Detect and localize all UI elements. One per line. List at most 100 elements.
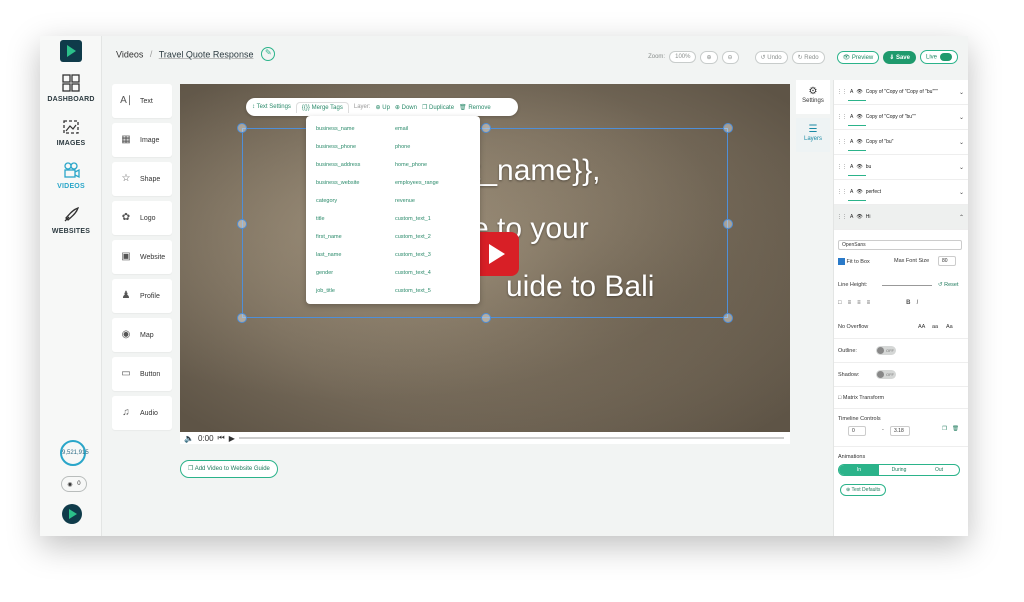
palette-profile[interactable]: ♟ Profile — [112, 279, 172, 313]
nav-websites[interactable]: WEBSITES — [40, 206, 102, 235]
layer-row-selected[interactable]: ⋮⋮ A 👁 Hi ⌃ — [834, 205, 968, 230]
timeline-start-input[interactable]: 0 — [848, 426, 866, 436]
layer-row[interactable]: ⋮⋮ A 👁 Copy of "Copy of "Copy of "bu""" ⌄ — [834, 80, 968, 105]
eye-icon[interactable]: 👁 — [856, 214, 862, 220]
text-settings-button[interactable]: ↕ Text Settings — [252, 104, 291, 110]
matrix-transform-row[interactable]: □ Matrix Transform — [838, 395, 884, 401]
brand-logo-icon[interactable] — [62, 504, 82, 524]
credits-badge[interactable]: 9,521,915 — [60, 440, 89, 466]
resize-handle[interactable] — [723, 219, 733, 229]
video-canvas[interactable]: t_name}}, e to your uide to Bali — [180, 84, 790, 432]
merge-tag[interactable]: category — [316, 198, 337, 204]
reset-button[interactable]: ↺ Reset — [938, 282, 959, 288]
merge-tag[interactable]: first_name — [316, 234, 342, 240]
merge-tags-button[interactable]: {{}} Merge Tags — [295, 101, 349, 113]
live-toggle[interactable]: Live — [919, 50, 958, 64]
merge-tag[interactable]: title — [316, 216, 325, 222]
eye-icon[interactable]: 👁 — [856, 114, 862, 120]
skip-back-icon[interactable]: ⏮ — [218, 433, 225, 443]
merge-tag[interactable]: email — [395, 126, 408, 132]
tab-layers[interactable]: ☰ Layers — [796, 118, 830, 152]
merge-tag[interactable]: home_phone — [395, 162, 427, 168]
chevron-up-icon[interactable]: ⌃ — [959, 214, 964, 221]
palette-button[interactable]: ▭ Button — [112, 357, 172, 391]
resize-handle[interactable] — [237, 313, 247, 323]
resize-handle[interactable] — [481, 123, 491, 133]
anim-tab-in[interactable]: In — [839, 465, 879, 475]
palette-image[interactable]: ▦ Image — [112, 123, 172, 157]
play-icon[interactable]: ▶ — [229, 434, 235, 443]
tab-settings[interactable]: ⚙ Settings — [796, 80, 830, 114]
layer-row[interactable]: ⋮⋮ A 👁 Copy of "Copy of "bu"" ⌄ — [834, 105, 968, 130]
timeline-track[interactable] — [238, 437, 784, 439]
align-left-icon[interactable]: ≡ — [848, 300, 852, 312]
fit-to-box-checkbox[interactable] — [838, 258, 845, 265]
chevron-down-icon[interactable]: ⌄ — [959, 114, 964, 121]
eye-icon[interactable]: 👁 — [856, 139, 862, 145]
merge-tag[interactable]: custom_text_1 — [395, 216, 431, 222]
merge-tag[interactable]: last_name — [316, 252, 341, 258]
edit-pencil-icon[interactable] — [260, 47, 275, 61]
resize-handle[interactable] — [237, 123, 247, 133]
merge-tag[interactable]: job_title — [316, 288, 335, 294]
layer-up-button[interactable]: ⊕ Up — [376, 104, 390, 111]
eye-icon[interactable]: 👁 — [856, 89, 862, 95]
font-select[interactable]: OpenSans — [838, 240, 962, 250]
palette-text[interactable]: A∣ Text — [112, 84, 172, 118]
line-height-slider[interactable] — [882, 285, 932, 286]
copy-icon[interactable]: ❐ — [942, 426, 947, 432]
case-aa-upper[interactable]: AA — [918, 324, 925, 330]
nav-dashboard[interactable]: DASHBOARD — [40, 74, 102, 103]
nav-videos[interactable]: VIDEOS — [40, 161, 102, 190]
text-defaults-button[interactable]: ⊕ Text Defaults — [840, 484, 887, 496]
nav-images[interactable]: IMAGES — [40, 118, 102, 147]
zoom-value[interactable]: 100% — [669, 51, 697, 63]
volume-icon[interactable]: 🔈 — [184, 434, 194, 443]
timeline-end-input[interactable]: 3.18 — [890, 426, 910, 436]
palette-map[interactable]: ◉ Map — [112, 318, 172, 352]
chevron-down-icon[interactable]: ⌄ — [959, 139, 964, 146]
add-video-to-website-guide-button[interactable]: ❐ Add Video to Website Guide — [180, 460, 278, 478]
bold-icon[interactable]: B — [906, 300, 910, 312]
merge-tag[interactable]: custom_text_2 — [395, 234, 431, 240]
layer-row[interactable]: ⋮⋮ A 👁 Copy of "bu" ⌄ — [834, 130, 968, 155]
align-center-icon[interactable]: ≡ — [857, 300, 861, 312]
trash-icon[interactable]: 🗑 — [952, 426, 959, 432]
palette-website[interactable]: ▣ Website — [112, 240, 172, 274]
resize-handle[interactable] — [723, 313, 733, 323]
anim-tab-during[interactable]: During — [879, 465, 919, 475]
resize-handle[interactable] — [481, 313, 491, 323]
duplicate-button[interactable]: ❐ Duplicate — [422, 104, 454, 111]
redo-button[interactable]: ↻ Redo — [791, 50, 825, 64]
merge-tag[interactable]: business_name — [316, 126, 355, 132]
eye-icon[interactable]: 👁 — [856, 189, 862, 195]
merge-tag[interactable]: revenue — [395, 198, 415, 204]
ideas-pill[interactable]: ◉ 0 — [61, 476, 87, 492]
drag-handle-icon[interactable]: ⋮⋮ — [837, 189, 847, 195]
merge-tag[interactable]: custom_text_5 — [395, 288, 431, 294]
anim-tab-out[interactable]: Out — [919, 465, 959, 475]
shadow-toggle[interactable]: OFF — [876, 370, 896, 379]
remove-button[interactable]: 🗑 Remove — [459, 104, 491, 111]
chevron-down-icon[interactable]: ⌄ — [959, 189, 964, 196]
merge-tag[interactable]: gender — [316, 270, 333, 276]
undo-button[interactable]: ↺ Undo — [754, 50, 788, 64]
drag-handle-icon[interactable]: ⋮⋮ — [837, 89, 847, 95]
chevron-down-icon[interactable]: ⌄ — [959, 89, 964, 96]
palette-audio[interactable]: ♫ Audio — [112, 396, 172, 430]
zoom-out-icon[interactable]: ⊖ — [721, 50, 739, 64]
case-aa-title[interactable]: Aa — [946, 324, 953, 330]
resize-handle[interactable] — [723, 123, 733, 133]
layer-down-button[interactable]: ⊕ Down — [395, 104, 417, 111]
palette-logo[interactable]: ✿ Logo — [112, 201, 172, 235]
app-logo-icon[interactable] — [60, 40, 82, 62]
align-right-icon[interactable]: ≡ — [867, 300, 871, 312]
zoom-in-icon[interactable]: ⊕ — [700, 50, 718, 64]
eye-icon[interactable]: 👁 — [856, 164, 862, 170]
palette-shape[interactable]: ☆ Shape — [112, 162, 172, 196]
outline-toggle[interactable]: OFF — [876, 346, 896, 355]
drag-handle-icon[interactable]: ⋮⋮ — [837, 164, 847, 170]
merge-tag[interactable]: employees_range — [395, 180, 439, 186]
layer-row[interactable]: ⋮⋮ A 👁 bu ⌄ — [834, 155, 968, 180]
drag-handle-icon[interactable]: ⋮⋮ — [837, 114, 847, 120]
